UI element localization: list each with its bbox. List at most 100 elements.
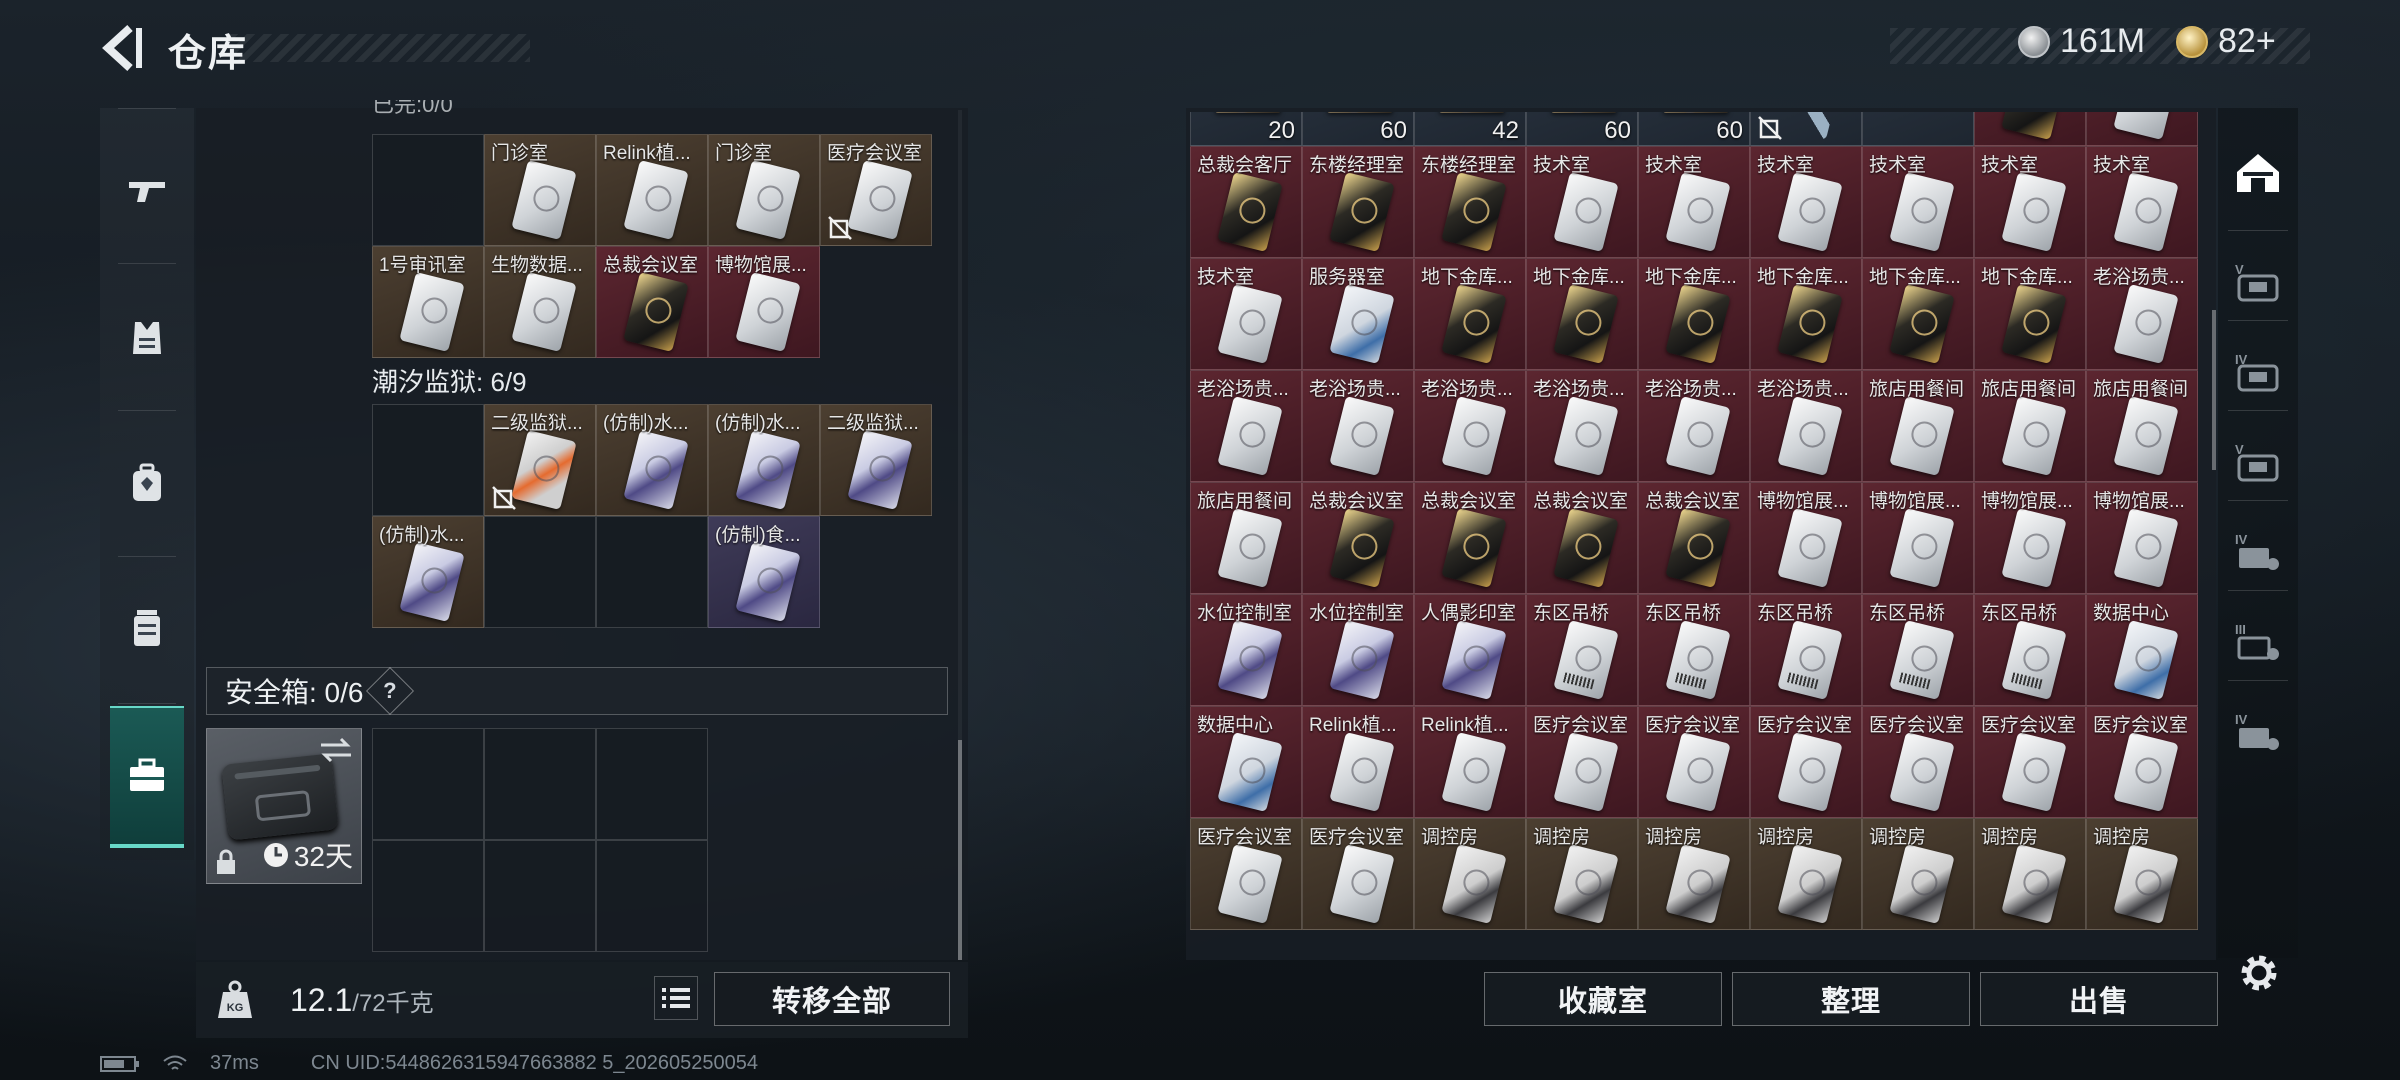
item-slot[interactable]: 医疗会议室 [1526, 706, 1638, 818]
item-slot[interactable]: (仿制)水... [596, 404, 708, 516]
empty-slot[interactable] [596, 516, 708, 628]
item-slot[interactable]: (仿制)水... [708, 404, 820, 516]
item-slot[interactable]: 医疗会议室 [820, 134, 932, 246]
item-slot[interactable]: 服务器室 [1302, 258, 1414, 370]
item-slot[interactable]: 二级监狱... [820, 404, 932, 516]
item-slot[interactable]: 东楼经理室 [1414, 146, 1526, 258]
item-slot[interactable]: 数据中心 [2086, 594, 2198, 706]
tab-container-5[interactable]: III [2218, 598, 2298, 688]
item-slot[interactable]: Relink植... [1302, 706, 1414, 818]
item-slot[interactable]: 旅店用餐间 [2086, 370, 2198, 482]
item-slot[interactable]: 二级监狱... [484, 404, 596, 516]
item-slot[interactable]: 医疗会议室 [1862, 706, 1974, 818]
item-slot[interactable]: 数据中心 [1190, 706, 1302, 818]
empty-slot[interactable] [372, 404, 484, 516]
item-slot[interactable]: 调控房 [1862, 818, 1974, 930]
item-slot[interactable]: 博物馆展... [1750, 482, 1862, 594]
item-slot[interactable]: 调控房 [1974, 818, 2086, 930]
item-slot[interactable]: 老浴场贵... [2086, 258, 2198, 370]
safebox-case-slot[interactable]: 32天 [206, 728, 362, 884]
tab-container-2[interactable]: IV [2218, 328, 2298, 418]
back-arrow-icon[interactable] [100, 22, 148, 74]
swap-icon[interactable] [319, 737, 353, 763]
item-slot[interactable]: 总裁会客厅 [1190, 146, 1302, 258]
item-slot[interactable]: 东区吊桥 [1638, 594, 1750, 706]
gold-currency[interactable]: 82+ [2176, 22, 2276, 61]
item-slot[interactable]: 老浴场贵... [1526, 370, 1638, 482]
item-slot[interactable]: 老浴场贵... [1638, 370, 1750, 482]
safebox-slot[interactable] [596, 728, 708, 840]
item-slot[interactable]: 调控房 [1638, 818, 1750, 930]
item-slot[interactable]: 老浴场贵... [1302, 370, 1414, 482]
item-slot[interactable]: 技术室 [1862, 146, 1974, 258]
item-slot[interactable]: 技术室 [1974, 146, 2086, 258]
item-slot[interactable]: 博物馆展... [708, 246, 820, 358]
empty-slot[interactable] [2086, 112, 2198, 146]
transfer-all-button[interactable]: 转移全部 [714, 972, 950, 1026]
item-slot[interactable]: 地下金库... [1750, 258, 1862, 370]
item-slot[interactable]: 总裁会议室 [1526, 482, 1638, 594]
item-slot[interactable]: 地下金库... [1638, 258, 1750, 370]
item-slot[interactable]: 医疗会议室 [2086, 706, 2198, 818]
item-slot[interactable]: 东区吊桥 [1526, 594, 1638, 706]
safebox-slot[interactable] [596, 840, 708, 952]
item-slot[interactable]: 调控房 [2086, 818, 2198, 930]
item-slot[interactable]: 地下金库... [1526, 258, 1638, 370]
stash-scrollbar-thumb[interactable] [2212, 310, 2216, 470]
item-slot[interactable]: 旅店用餐间 [1862, 370, 1974, 482]
item-slot[interactable]: 总裁会议室 [1414, 482, 1526, 594]
item-slot[interactable]: 技术室 [1190, 258, 1302, 370]
item-slot[interactable]: 人偶影印室 [1414, 594, 1526, 706]
item-slot[interactable]: 医疗会议室 [1638, 706, 1750, 818]
item-slot[interactable]: 医疗会议室 [1302, 818, 1414, 930]
item-slot[interactable]: APC60 [1638, 112, 1750, 146]
item-slot[interactable]: 东区吊桥 [1974, 594, 2086, 706]
item-slot[interactable]: 博物馆展... [1974, 482, 2086, 594]
item-slot[interactable]: Relink植... [1414, 706, 1526, 818]
item-slot[interactable]: 博物馆展... [1862, 482, 1974, 594]
item-slot[interactable]: 东区吊桥 [1862, 594, 1974, 706]
safebox-slot[interactable] [484, 728, 596, 840]
item-slot[interactable]: 调控房 [1750, 818, 1862, 930]
item-slot[interactable]: 总裁会议室 [1638, 482, 1750, 594]
empty-slot[interactable] [484, 516, 596, 628]
empty-slot[interactable] [1750, 112, 1862, 146]
sell-button[interactable]: 出售 [1980, 972, 2218, 1026]
help-button[interactable]: ? [366, 666, 415, 716]
item-slot[interactable]: 水位控制室 [1190, 594, 1302, 706]
item-slot[interactable]: 老浴场贵... [1750, 370, 1862, 482]
item-slot[interactable]: 技术室 [1638, 146, 1750, 258]
safebox-slot[interactable] [484, 840, 596, 952]
item-slot[interactable]: 调控房 [1526, 818, 1638, 930]
nav-safebox-active[interactable] [110, 706, 184, 848]
empty-slot[interactable] [1862, 112, 1974, 146]
safebox-slot[interactable] [372, 728, 484, 840]
item-slot[interactable]: 总裁会议室 [596, 246, 708, 358]
item-slot[interactable]: Relink植... [596, 134, 708, 246]
tab-container-6[interactable]: IV [2218, 688, 2298, 778]
item-slot[interactable]: 水位控制室 [1302, 594, 1414, 706]
organize-button[interactable]: 整理 [1732, 972, 1970, 1026]
left-scrollbar-thumb[interactable] [958, 740, 962, 960]
item-slot[interactable]: 地下金库... [1414, 258, 1526, 370]
nav-armor[interactable] [100, 268, 194, 408]
item-slot[interactable]: 技术室 [1750, 146, 1862, 258]
item-slot[interactable]: 老浴场贵... [1190, 370, 1302, 482]
item-slot[interactable]: APC60 [1526, 112, 1638, 146]
empty-slot[interactable] [372, 134, 484, 246]
tab-container-4[interactable]: IV [2218, 508, 2298, 598]
item-slot[interactable]: 调控房 [1414, 818, 1526, 930]
item-slot[interactable]: 门诊室 [708, 134, 820, 246]
collection-button[interactable]: 收藏室 [1484, 972, 1722, 1026]
item-slot[interactable]: 总裁会议室 [1302, 482, 1414, 594]
item-slot[interactable]: 门诊室 [484, 134, 596, 246]
tab-container-3[interactable]: V [2218, 418, 2298, 508]
item-slot[interactable]: 生物数据... [484, 246, 596, 358]
item-slot[interactable]: 老浴场贵... [1414, 370, 1526, 482]
safebox-slot[interactable] [372, 840, 484, 952]
nav-rig[interactable] [100, 558, 194, 698]
item-slot[interactable]: 医疗会议室 [1190, 818, 1302, 930]
item-slot[interactable]: 8.0320 [1190, 112, 1302, 146]
list-view-button[interactable] [654, 976, 698, 1020]
item-slot[interactable]: 博物馆展... [2086, 482, 2198, 594]
